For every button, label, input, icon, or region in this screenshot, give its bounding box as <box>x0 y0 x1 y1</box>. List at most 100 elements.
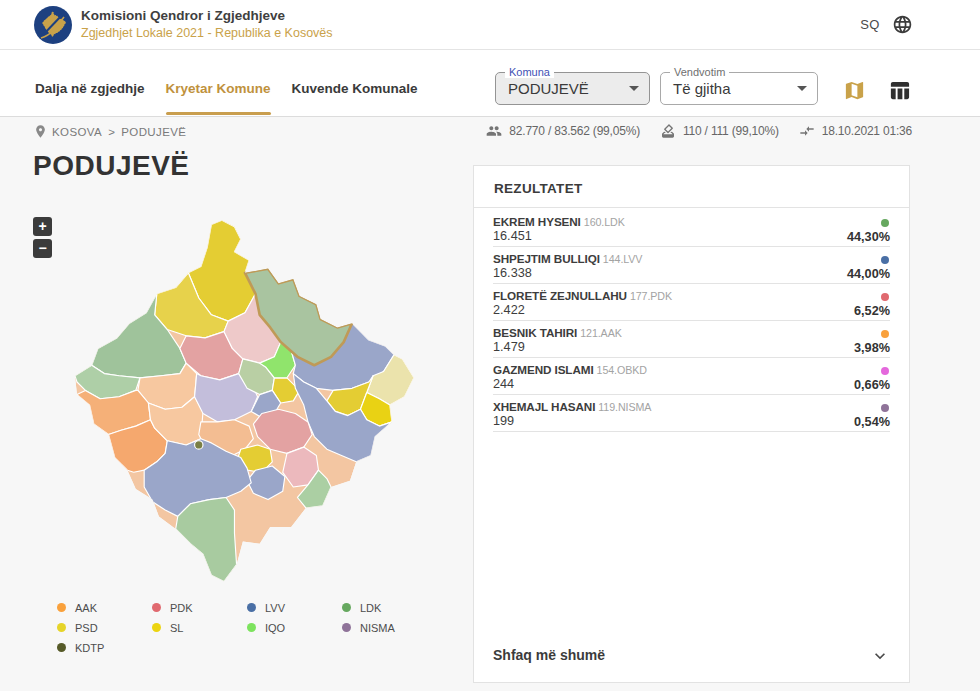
legend-label: AAK <box>75 602 97 614</box>
kosovo-map <box>56 218 414 588</box>
candidate-percent: 3,98% <box>854 341 890 355</box>
legend-item: IQO <box>247 621 342 634</box>
komuna-select[interactable]: Komuna PODUJEVË <box>495 72 650 105</box>
legend-label: KDTP <box>75 642 104 654</box>
candidate-votes: 199 <box>493 414 890 428</box>
legend-label: NISMA <box>360 622 395 634</box>
page-title: PODUJEVË <box>33 150 190 182</box>
map-zoom-controls: + − <box>33 217 52 261</box>
candidate-percent: 44,30% <box>847 230 890 244</box>
chevron-down-icon <box>870 646 890 666</box>
location-pin-icon <box>33 124 48 139</box>
candidate-row: BESNIK TAHIRI121.AAK1.4793,98% <box>493 321 890 358</box>
candidate-party: 119.NISMA <box>598 401 651 413</box>
kqz-logo <box>33 5 73 45</box>
legend-item: PSD <box>57 621 152 634</box>
table-view-icon[interactable] <box>888 79 911 102</box>
candidate-name: GAZMEND ISLAMI <box>493 363 594 376</box>
vendvotim-select-value: Të gjitha <box>673 73 731 104</box>
legend-item: SL <box>152 621 247 634</box>
candidate-name: EKREM HYSENI <box>493 215 581 228</box>
zoom-out-button[interactable]: − <box>33 239 52 258</box>
tab-kryetar-komune[interactable]: Kryetar Komune <box>166 81 271 115</box>
legend-label: SL <box>170 622 183 634</box>
legend-label: IQO <box>265 622 285 634</box>
candidate-percent: 0,66% <box>854 378 890 392</box>
legend-color-dot <box>247 623 256 632</box>
results-card: REZULTATET EKREM HYSENI160.LDK16.45144,3… <box>473 165 910 683</box>
candidate-name: SHPEJTIM BULLIQI <box>493 252 600 265</box>
legend-item: LDK <box>342 601 437 614</box>
legend-color-dot <box>57 623 66 632</box>
results-title: REZULTATET <box>474 166 909 208</box>
candidate-percent: 6,52% <box>854 304 890 318</box>
legend-label: PDK <box>170 602 193 614</box>
candidate-votes: 1.479 <box>493 340 890 354</box>
last-updated: 18.10.2021 01:36 <box>822 124 912 138</box>
tab-kuvende-komunale[interactable]: Kuvende Komunale <box>292 81 418 115</box>
party-color-dot <box>881 293 889 301</box>
app-title: Komisioni Qendror i Zgjedhjeve <box>81 8 333 23</box>
legend-color-dot <box>247 603 256 612</box>
candidate-party: 154.OBKD <box>597 364 647 376</box>
candidate-row: SHPEJTIM BULLIQI144.LVV16.33844,00% <box>493 247 890 284</box>
candidate-votes: 16.451 <box>493 229 890 243</box>
party-color-dot <box>881 256 889 264</box>
legend-item: AAK <box>57 601 152 614</box>
breadcrumb-current: PODUJEVË <box>121 126 186 138</box>
nav-tabs: Dalja në zgjedhje Kryetar Komune Kuvende K… <box>35 81 439 115</box>
app-header: Komisioni Qendror i Zgjedhjeve Zgjedhjet… <box>0 0 980 50</box>
map-view-icon[interactable] <box>843 79 866 102</box>
party-color-dot <box>881 404 889 412</box>
compare-arrows-icon <box>799 123 815 139</box>
show-more-label: Shfaq më shumë <box>493 647 605 663</box>
stations-stat: 110 / 111 (99,10%) <box>683 124 779 138</box>
candidate-name: BESNIK TAHIRI <box>493 326 577 339</box>
map-legend: AAK PDK LVV LDK PSD SL IQO NISMA KDTP <box>57 601 437 654</box>
candidate-row: XHEMAJL HASANI119.NISMA1990,54% <box>493 395 890 432</box>
legend-color-dot <box>342 603 351 612</box>
candidate-votes: 16.338 <box>493 266 890 280</box>
breadcrumb-root[interactable]: KOSOVA <box>52 126 102 138</box>
results-list: EKREM HYSENI160.LDK16.45144,30%SHPEJTIM … <box>474 208 909 432</box>
dropdown-arrow-icon <box>629 86 639 91</box>
candidate-name: XHEMAJL HASANI <box>493 400 595 413</box>
stats-row: 82.770 / 83.562 (99,05%) 110 / 111 (99,1… <box>486 123 912 139</box>
party-color-dot <box>881 219 889 227</box>
legend-color-dot <box>152 603 161 612</box>
komuna-select-value: PODUJEVË <box>508 73 589 104</box>
kosovo-municipalities-svg <box>56 218 414 588</box>
voters-icon <box>486 123 502 139</box>
breadcrumb: KOSOVA>PODUJEVË <box>52 126 186 138</box>
candidate-percent: 0,54% <box>854 415 890 429</box>
ballot-box-icon <box>660 123 676 139</box>
vendvotim-select[interactable]: Vendvotim Të gjitha <box>660 72 818 105</box>
party-color-dot <box>881 330 889 338</box>
globe-icon[interactable] <box>892 14 913 35</box>
legend-color-dot <box>342 623 351 632</box>
candidate-row: EKREM HYSENI160.LDK16.45144,30% <box>493 210 890 247</box>
candidate-name: FLORETË ZEJNULLAHU <box>493 289 627 302</box>
legend-item: PDK <box>152 601 247 614</box>
candidate-votes: 244 <box>493 377 890 391</box>
candidate-party: 160.LDK <box>584 216 625 228</box>
show-more-button[interactable]: Shfaq më shumë <box>493 646 890 668</box>
legend-color-dot <box>57 603 66 612</box>
tab-dalja-n-zgjedhje[interactable]: Dalja në zgjedhje <box>35 81 145 115</box>
legend-label: LDK <box>360 602 381 614</box>
dropdown-arrow-icon <box>797 86 807 91</box>
candidate-votes: 2.422 <box>493 303 890 317</box>
zoom-in-button[interactable]: + <box>33 217 52 236</box>
municipality-shape[interactable] <box>176 497 237 581</box>
candidate-party: 144.LVV <box>603 253 643 265</box>
candidate-row: GAZMEND ISLAMI154.OBKD2440,66% <box>493 358 890 395</box>
candidate-row: FLORETË ZEJNULLAHU177.PDK2.4226,52% <box>493 284 890 321</box>
candidate-party: 121.AAK <box>580 327 622 339</box>
breadcrumb-row: KOSOVA>PODUJEVË 82.770 / 83.562 (99,05%)… <box>0 117 980 148</box>
language-label[interactable]: SQ <box>860 17 880 32</box>
legend-label: LVV <box>265 602 285 614</box>
municipality-shape[interactable] <box>195 441 203 449</box>
legend-color-dot <box>152 623 161 632</box>
legend-color-dot <box>57 643 66 652</box>
candidate-party: 177.PDK <box>630 290 672 302</box>
